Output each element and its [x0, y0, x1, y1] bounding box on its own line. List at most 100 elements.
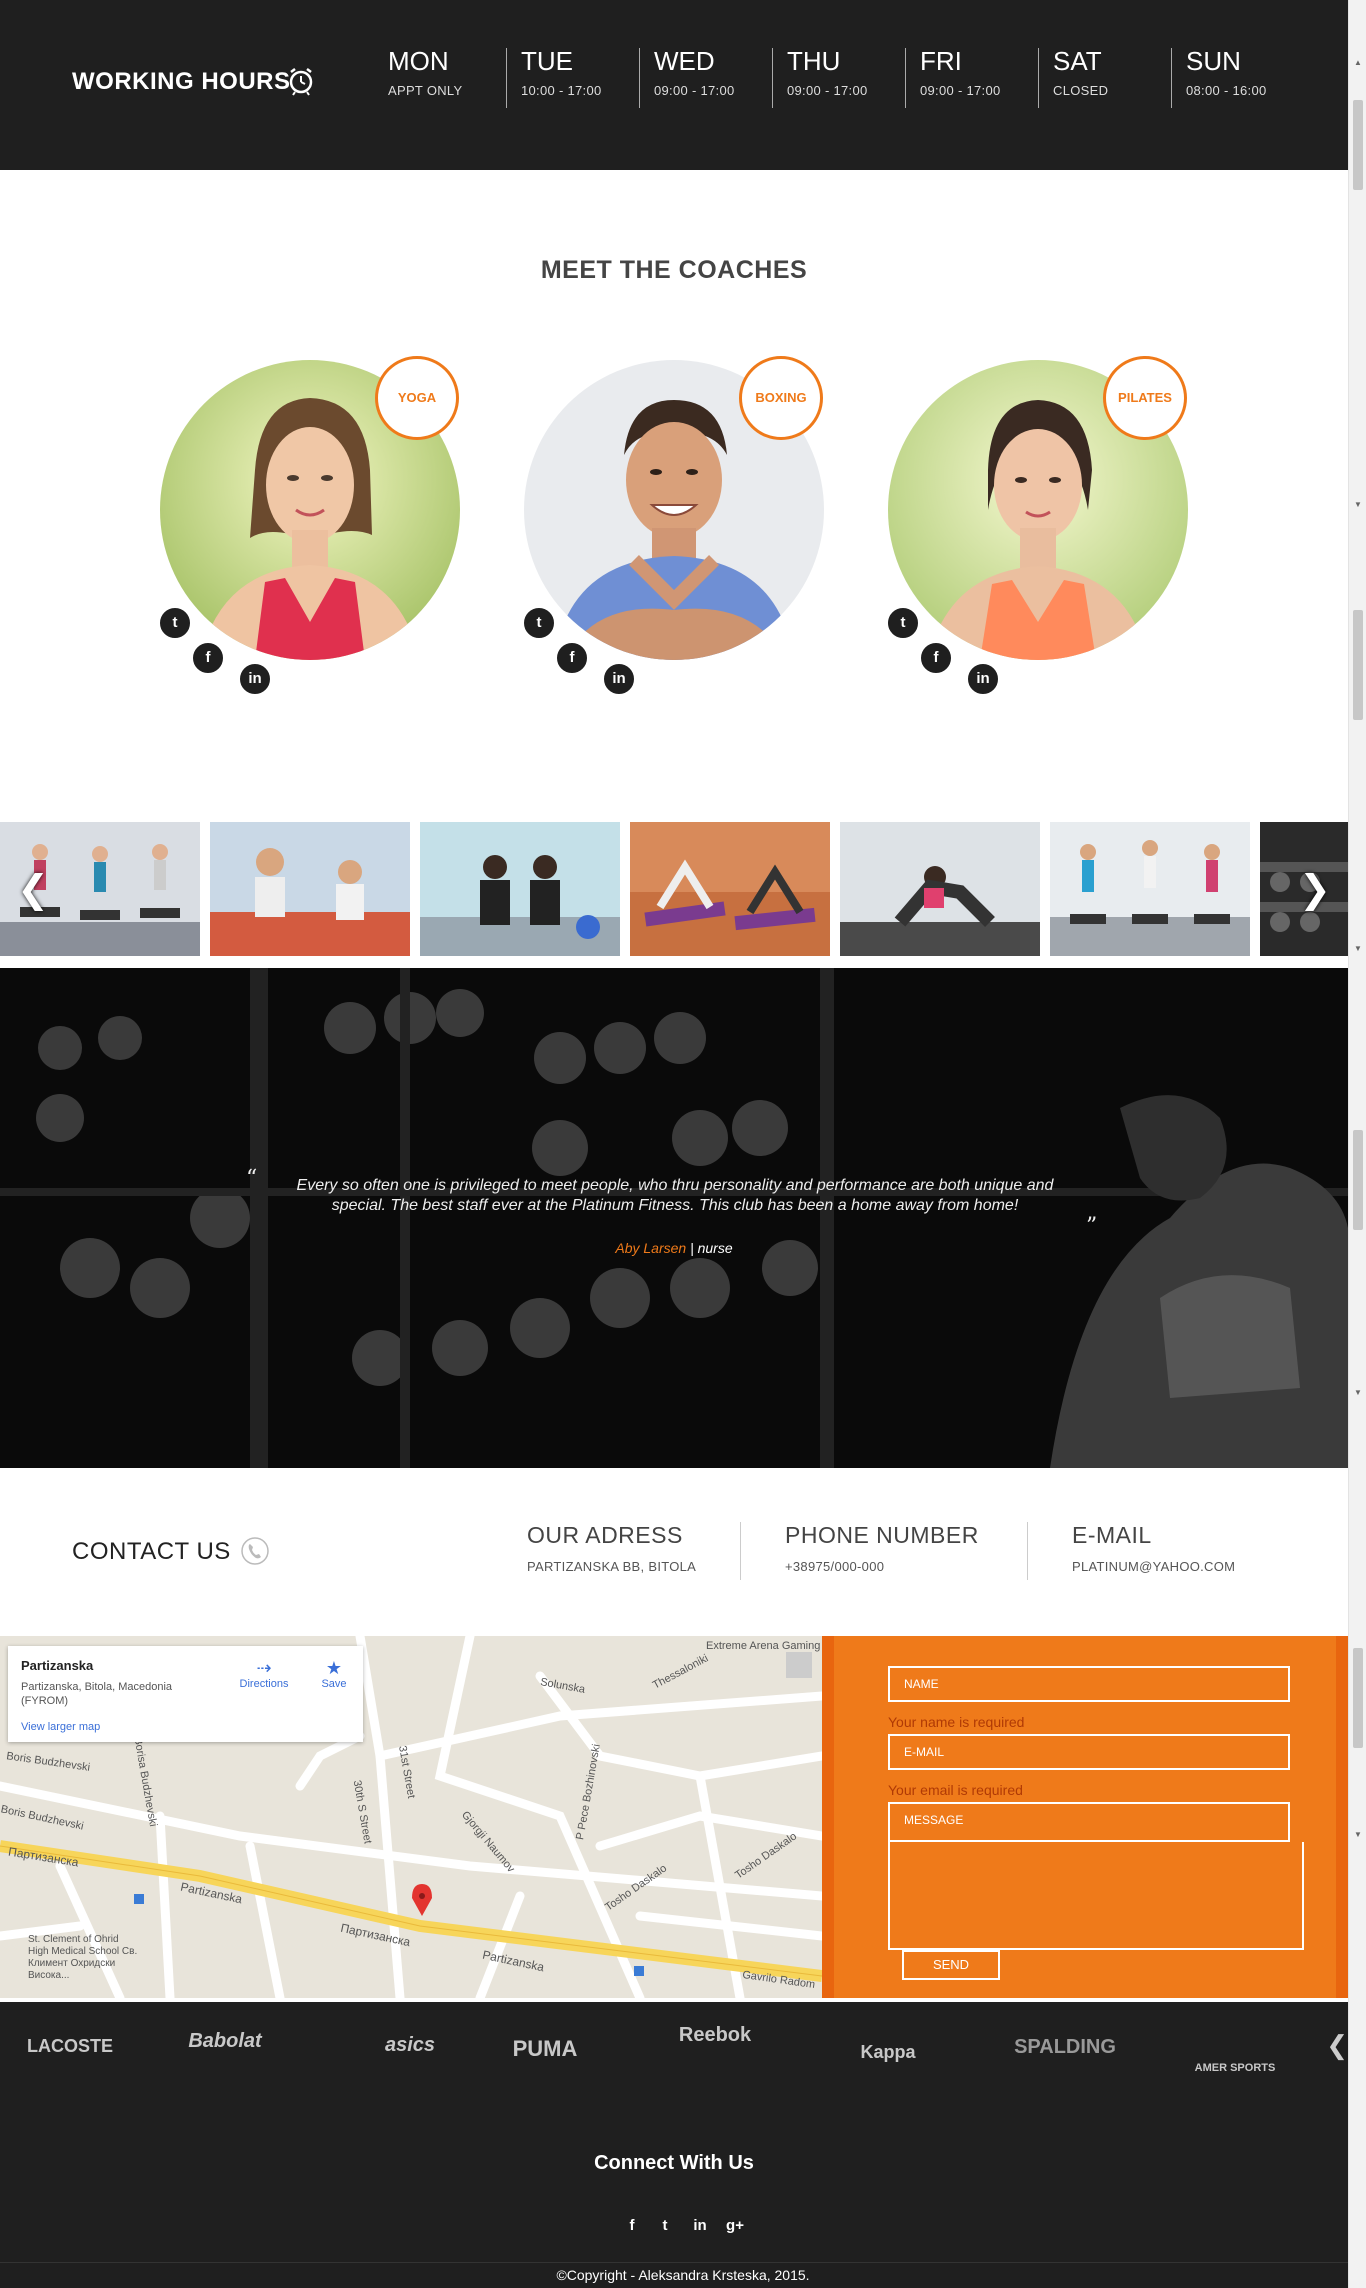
google-plus-icon[interactable]: g+ [723, 2214, 747, 2238]
contact-phone: PHONE NUMBER +38975/000-000 [740, 1522, 979, 1580]
send-button[interactable]: SEND [902, 1950, 1000, 1980]
brand-logo-kappa: Kappa [860, 2042, 916, 2062]
message-field-header[interactable]: MESSAGE [888, 1802, 1290, 1842]
day-time: 08:00 - 16:00 [1186, 83, 1267, 98]
gallery-thumb[interactable] [210, 822, 410, 956]
contact-form: NAME Your name is required E-MAIL Your e… [822, 1636, 1348, 1998]
connect-title: Connect With Us [594, 2152, 754, 2174]
brand-logo-reebok: Reebok [678, 2024, 752, 2046]
directions-button[interactable]: ⇢ Directions [234, 1658, 294, 1690]
linkedin-icon[interactable]: in [966, 662, 1000, 696]
coaches-title: MEET THE COACHES [540, 256, 808, 284]
scroll-arrow[interactable]: ▼ [1349, 500, 1366, 510]
email-value: PLATINUM@YAHOO.COM [1072, 1559, 1236, 1574]
testimonial-author: Aby Larsen | nurse [0, 1240, 1348, 1256]
brands-next-arrow[interactable]: ❮ [1326, 2030, 1348, 2061]
brand-logo-amer-sports: AMER SPORTS [1194, 2062, 1276, 2074]
working-hours-title: WORKING HOURS [72, 68, 291, 95]
address-title: OUR ADRESS [527, 1522, 683, 1548]
scroll-thumb[interactable] [1353, 100, 1363, 190]
facebook-icon[interactable]: f [555, 641, 589, 675]
map-info-card: Partizanska Partizanska, Bitola, Macedon… [8, 1646, 363, 1742]
facebook-icon[interactable]: f [620, 2214, 644, 2238]
facebook-icon[interactable]: f [919, 641, 953, 675]
contact-title: CONTACT US [72, 1538, 231, 1565]
phone-icon [241, 1537, 269, 1565]
gallery-next-arrow[interactable]: ❯ [1298, 870, 1332, 910]
map-label: Extreme Arena Gaming [706, 1640, 821, 1652]
coach-card-pilates: PILATES t f in [886, 356, 1208, 696]
brand-logo-spalding: SPALDING [1014, 2036, 1116, 2058]
day-name: WED [654, 46, 715, 76]
scroll-arrow[interactable]: ▼ [1349, 944, 1366, 954]
day-name: SUN [1186, 46, 1241, 76]
star-icon: ★ [325, 1658, 343, 1678]
working-hours-bar: WORKING HOURS MON APPT ONLY TUE 10:00 - … [0, 0, 1348, 170]
map-embed[interactable]: Extreme Arena Gaming Thessaloniki Soluns… [0, 1636, 822, 1998]
phone-value: +38975/000-000 [785, 1559, 885, 1574]
facebook-icon[interactable]: f [191, 641, 225, 675]
twitter-icon[interactable]: t [158, 606, 192, 640]
brand-logo-asics: asics [384, 2034, 436, 2056]
scroll-thumb[interactable] [1353, 1648, 1363, 1748]
scroll-thumb[interactable] [1353, 1130, 1363, 1230]
gallery-thumb[interactable] [1050, 822, 1250, 956]
gallery-thumb[interactable] [420, 822, 620, 956]
brand-logo-babolat: Babolat [188, 2030, 262, 2052]
day-time: 09:00 - 17:00 [787, 83, 868, 98]
map-place-address: Partizanska, Bitola, Macedonia (FYROM) [21, 1681, 173, 1707]
linkedin-icon[interactable]: in [602, 662, 636, 696]
directions-label: Directions [239, 1678, 289, 1690]
alarm-clock-icon [289, 68, 313, 96]
gallery-prev-arrow[interactable]: ❮ [16, 870, 50, 910]
brand-logo-puma: PUMA [512, 2036, 578, 2061]
directions-icon: ⇢ [256, 1658, 272, 1678]
day-time: 09:00 - 17:00 [920, 83, 1001, 98]
day-mon: MON APPT ONLY [374, 48, 462, 108]
author-name: Aby Larsen [615, 1240, 687, 1256]
vertical-scrollbar[interactable]: ▲ ▼ ▼ ▼ ▼ [1348, 0, 1366, 2288]
day-sat: SAT CLOSED [1038, 48, 1108, 108]
email-field[interactable]: E-MAIL [888, 1734, 1290, 1770]
twitter-icon[interactable]: t [522, 606, 556, 640]
day-name: SAT [1053, 46, 1102, 76]
close-quote-icon: ” [1086, 1214, 1098, 1239]
gallery-thumb[interactable] [630, 822, 830, 956]
scroll-thumb[interactable] [1353, 610, 1363, 720]
coach-specialty-badge: PILATES [1103, 356, 1187, 440]
scroll-up-arrow[interactable]: ▲ [1349, 58, 1366, 68]
save-place-button[interactable]: ★ Save [304, 1658, 364, 1690]
brand-logos-strip: LACOSTE Babolat asics PUMA Reebok Kappa … [0, 2002, 1348, 2092]
day-name: THU [787, 46, 841, 76]
scroll-arrow[interactable]: ▼ [1349, 1830, 1366, 1840]
twitter-icon[interactable]: t [653, 2214, 677, 2238]
contact-email: E-MAIL PLATINUM@YAHOO.COM [1027, 1522, 1235, 1580]
open-quote-icon: “ [246, 1166, 258, 1191]
footer: Connect With Us f t in g+ [0, 2092, 1348, 2288]
coach-specialty-badge: BOXING [739, 356, 823, 440]
save-label: Save [321, 1678, 347, 1690]
contact-form-panel: NAME Your name is required E-MAIL Your e… [834, 1636, 1336, 1998]
day-time: 10:00 - 17:00 [521, 83, 602, 98]
coach-card-yoga: YOGA t f in [158, 356, 480, 696]
map-label: St. Clement of Ohrid High Medical School… [28, 1934, 138, 1981]
coach-card-boxing: BOXING t f in [522, 356, 844, 696]
day-time: 09:00 - 17:00 [654, 83, 735, 98]
gallery-thumb[interactable] [840, 822, 1040, 956]
map-place-name: Partizanska [21, 1658, 94, 1673]
message-field[interactable] [888, 1842, 1304, 1950]
day-name: FRI [920, 46, 962, 76]
email-error: Your email is required [888, 1782, 1023, 1798]
linkedin-icon[interactable]: in [688, 2214, 712, 2238]
address-value: PARTIZANSKA BB, BITOLA [527, 1559, 697, 1574]
name-field[interactable]: NAME [888, 1666, 1290, 1702]
scroll-arrow[interactable]: ▼ [1349, 1388, 1366, 1398]
linkedin-icon[interactable]: in [238, 662, 272, 696]
email-title: E-MAIL [1072, 1522, 1152, 1548]
phone-title: PHONE NUMBER [785, 1522, 979, 1548]
twitter-icon[interactable]: t [886, 606, 920, 640]
coach-specialty-badge: YOGA [375, 356, 459, 440]
day-wed: WED 09:00 - 17:00 [639, 48, 735, 108]
author-separator: | [686, 1240, 698, 1256]
view-larger-map-link[interactable]: View larger map [21, 1721, 100, 1733]
